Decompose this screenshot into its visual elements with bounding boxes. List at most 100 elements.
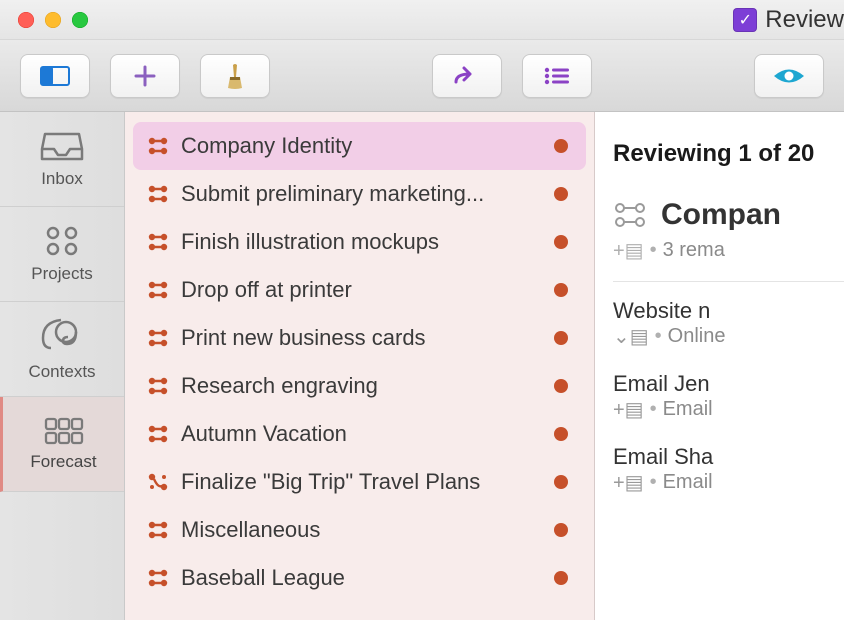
- parallel-project-icon: [147, 376, 169, 396]
- sidebar-label: Inbox: [41, 169, 83, 189]
- parallel-project-icon: [147, 232, 169, 252]
- parallel-project-icon: [613, 200, 647, 230]
- traffic-lights: [0, 12, 88, 28]
- status-dot: [554, 235, 568, 249]
- window-title-text: Review: [765, 6, 844, 34]
- parallel-project-icon: [147, 280, 169, 300]
- project-row[interactable]: Finalize "Big Trip" Travel Plans: [133, 458, 586, 506]
- inbox-icon: [40, 129, 84, 163]
- status-dot: [554, 187, 568, 201]
- parallel-project-icon: [147, 136, 169, 156]
- task-block[interactable]: Website n⌄▤ • Online: [613, 298, 844, 349]
- reviewing-heading: Reviewing 1 of 20: [613, 140, 844, 168]
- sidebar-toggle-icon: [39, 64, 71, 88]
- project-name: Research engraving: [181, 373, 542, 399]
- parallel-project-icon: [147, 520, 169, 540]
- add-action-icon[interactable]: +▤: [613, 238, 644, 263]
- meta-separator: •: [655, 325, 662, 348]
- project-name: Print new business cards: [181, 325, 542, 351]
- status-dot: [554, 379, 568, 393]
- project-list-pane: Company Identity Submit preliminary marke…: [125, 112, 595, 620]
- forecast-icon: [43, 416, 85, 446]
- disclosure-collapsed-icon[interactable]: +▤: [613, 397, 644, 422]
- task-title: Website n: [613, 298, 844, 324]
- projects-icon: [42, 224, 82, 258]
- status-dot: [554, 283, 568, 297]
- project-name: Finish illustration mockups: [181, 229, 542, 255]
- separator: [613, 281, 844, 282]
- close-window-button[interactable]: [18, 12, 34, 28]
- project-row[interactable]: Drop off at printer: [133, 266, 586, 314]
- task-block[interactable]: Email Jen+▤ • Email: [613, 371, 844, 422]
- list-icon: [542, 65, 572, 87]
- sidebar-label: Contexts: [28, 362, 95, 382]
- parallel-project-icon: [147, 568, 169, 588]
- project-meta: +▤ • 3 rema: [613, 238, 844, 263]
- project-name: Drop off at printer: [181, 277, 542, 303]
- project-row[interactable]: Baseball League: [133, 554, 586, 602]
- parallel-project-icon: [147, 328, 169, 348]
- disclosure-collapsed-icon[interactable]: +▤: [613, 470, 644, 495]
- task-title: Email Sha: [613, 444, 844, 470]
- project-name: Miscellaneous: [181, 517, 542, 543]
- view-button[interactable]: [754, 54, 824, 98]
- list-view-button[interactable]: [522, 54, 592, 98]
- parallel-project-icon: [147, 424, 169, 444]
- project-title: Compan: [661, 198, 781, 232]
- meta-separator: •: [650, 398, 657, 421]
- project-row[interactable]: Autumn Vacation: [133, 410, 586, 458]
- sidebar-label: Projects: [31, 264, 92, 284]
- review-arrow-button[interactable]: [432, 54, 502, 98]
- task-context: Email: [663, 471, 713, 494]
- perspective-sidebar: Inbox Projects Contexts: [0, 112, 125, 620]
- app-icon: ✓: [733, 8, 757, 32]
- task-meta: +▤ • Email: [613, 470, 844, 495]
- sidebar-item-forecast[interactable]: Forecast: [0, 397, 124, 492]
- project-row[interactable]: Finish illustration mockups: [133, 218, 586, 266]
- status-dot: [554, 139, 568, 153]
- project-name: Autumn Vacation: [181, 421, 542, 447]
- sidebar-item-inbox[interactable]: Inbox: [0, 112, 124, 207]
- sidebar-label: Forecast: [30, 452, 96, 472]
- project-row[interactable]: Miscellaneous: [133, 506, 586, 554]
- minimize-window-button[interactable]: [45, 12, 61, 28]
- arrow-right-icon: [450, 64, 484, 88]
- project-title-row: Compan: [613, 198, 844, 232]
- project-name: Finalize "Big Trip" Travel Plans: [181, 469, 542, 495]
- task-list: Website n⌄▤•OnlineEmail Jen+▤•EmailEmail…: [613, 298, 844, 495]
- status-dot: [554, 331, 568, 345]
- window-title: ✓ Review: [733, 0, 844, 39]
- status-dot: [554, 571, 568, 585]
- task-context: Online: [668, 325, 726, 348]
- eye-icon: [772, 65, 806, 87]
- meta-separator: •: [650, 471, 657, 494]
- status-dot: [554, 523, 568, 537]
- task-block[interactable]: Email Sha+▤ • Email: [613, 444, 844, 495]
- cleanup-button[interactable]: [200, 54, 270, 98]
- task-title: Email Jen: [613, 371, 844, 397]
- brush-icon: [221, 61, 249, 91]
- plus-icon: [132, 63, 158, 89]
- project-row[interactable]: Submit preliminary marketing...: [133, 170, 586, 218]
- project-name: Submit preliminary marketing...: [181, 181, 542, 207]
- sidebar-item-projects[interactable]: Projects: [0, 207, 124, 302]
- window-titlebar: ✓ Review: [0, 0, 844, 40]
- project-row[interactable]: Research engraving: [133, 362, 586, 410]
- task-context: Email: [663, 398, 713, 421]
- project-name: Baseball League: [181, 565, 542, 591]
- project-row[interactable]: Company Identity: [133, 122, 586, 170]
- task-meta: ⌄▤ • Online: [613, 324, 844, 349]
- toolbar: [0, 40, 844, 112]
- sidebar-toggle-button[interactable]: [20, 54, 90, 98]
- add-button[interactable]: [110, 54, 180, 98]
- sequential-project-icon: [147, 472, 169, 492]
- task-meta: +▤ • Email: [613, 397, 844, 422]
- project-row[interactable]: Print new business cards: [133, 314, 586, 362]
- disclosure-expanded-icon[interactable]: ⌄▤: [613, 324, 649, 349]
- remaining-count: 3 rema: [663, 239, 725, 262]
- project-name: Company Identity: [181, 133, 542, 159]
- zoom-window-button[interactable]: [72, 12, 88, 28]
- inspector-pane: Reviewing 1 of 20 Compan +▤ • 3 rema Web…: [595, 112, 844, 620]
- sidebar-item-contexts[interactable]: Contexts: [0, 302, 124, 397]
- status-dot: [554, 427, 568, 441]
